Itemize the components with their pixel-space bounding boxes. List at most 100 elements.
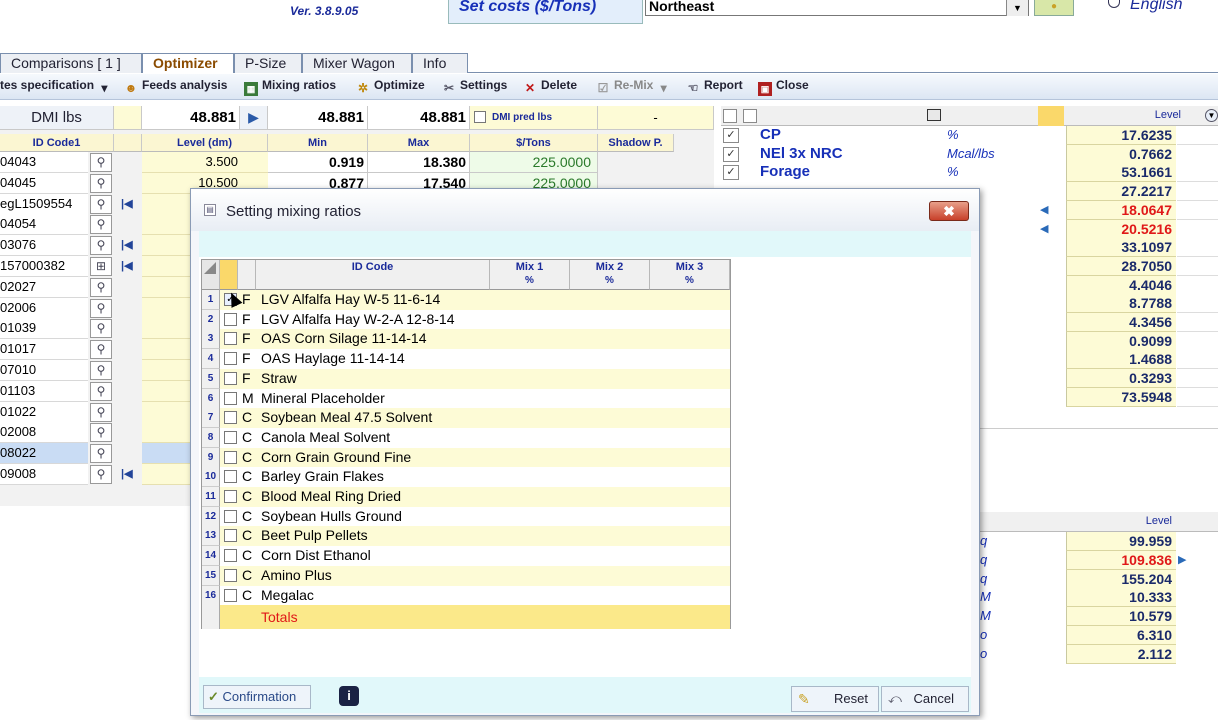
mixing-row[interactable]: 7 C Soybean Meal 47.5 Solvent	[202, 408, 730, 429]
col-mix-2[interactable]: Mix 2 %	[570, 260, 650, 290]
level-cell[interactable]: 3.500	[142, 152, 268, 173]
tab-optimizer[interactable]: Optimizer	[142, 53, 234, 73]
col-check[interactable]	[220, 260, 238, 290]
row-checkbox[interactable]	[224, 332, 237, 346]
mixing-row[interactable]: 2 F LGV Alfalfa Hay W-2-A 12-8-14	[202, 309, 730, 330]
row-checkbox[interactable]	[224, 430, 237, 444]
feed-id-cell[interactable]: 04045	[0, 172, 88, 194]
feeds-analysis-button[interactable]: ☻ Feeds analysis	[124, 78, 228, 95]
col-id-code[interactable]: ID Code	[256, 260, 490, 290]
chevron-down-icon[interactable]: ▼	[1205, 109, 1218, 122]
row-checkbox[interactable]	[224, 509, 237, 523]
col-shadow-price[interactable]: Shadow P.	[598, 134, 674, 152]
mixing-row[interactable]: 4 F OAS Haylage 11-14-14	[202, 349, 730, 370]
mixing-row[interactable]: 11 C Blood Meal Ring Dried	[202, 487, 730, 507]
feed-id-cell[interactable]: 08022	[0, 443, 88, 465]
magnifier-icon[interactable]: ⚲	[90, 153, 112, 172]
row-checkbox[interactable]	[224, 352, 237, 366]
magnifier-icon[interactable]: ⚲	[90, 361, 112, 380]
col-id-code[interactable]: ID Code1	[0, 134, 114, 152]
first-page-icon[interactable]: |◀	[121, 236, 133, 254]
feed-id-cell[interactable]: 01103	[0, 380, 88, 402]
feed-id-cell[interactable]: 03076	[0, 235, 88, 257]
feed-id-cell[interactable]: 07010	[0, 360, 88, 381]
delete-button[interactable]: ✕ Delete	[523, 78, 577, 95]
row-checkbox[interactable]	[224, 371, 237, 385]
info-icon[interactable]: i	[339, 686, 359, 706]
cancel-button[interactable]: ⤺ Cancel	[881, 686, 969, 712]
magnifier-icon[interactable]: ⚲	[90, 381, 112, 401]
row-checkbox[interactable]	[224, 450, 237, 464]
feed-id-cell[interactable]: 02006	[0, 297, 88, 319]
row-checkbox[interactable]	[224, 588, 237, 602]
play-icon[interactable]: ▶	[240, 106, 268, 130]
mixing-row[interactable]: 1 ✓ F LGV Alfalfa Hay W-5 11-6-14	[202, 290, 730, 310]
mixing-row[interactable]: 14 C Corn Dist Ethanol	[202, 546, 730, 567]
row-checkbox[interactable]	[224, 568, 237, 582]
window-icon[interactable]	[927, 109, 941, 121]
feed-id-cell[interactable]: 157000382	[0, 256, 88, 277]
mixing-ratios-button[interactable]: ▦ Mixing ratios	[244, 78, 336, 96]
mixing-row[interactable]: 6 M Mineral Placeholder	[202, 388, 730, 409]
magnifier-icon[interactable]: ⚲	[90, 423, 112, 443]
feed-id-cell[interactable]: 02008	[0, 422, 88, 444]
mixing-row[interactable]: 3 F OAS Corn Silage 11-14-14	[202, 329, 730, 350]
max-cell[interactable]: 18.380	[368, 152, 470, 173]
row-checkbox[interactable]	[224, 470, 237, 484]
magnifier-icon[interactable]: ⚲	[90, 402, 112, 422]
row-checkbox[interactable]	[224, 490, 237, 503]
magnifier-icon[interactable]: ⚲	[90, 465, 112, 484]
feed-id-cell[interactable]: 01039	[0, 318, 88, 340]
first-page-icon[interactable]: |◀	[121, 465, 133, 483]
reset-button[interactable]: ✎ Reset	[791, 686, 879, 712]
chevron-down-icon[interactable]: ▼	[1006, 0, 1028, 16]
feed-id-cell[interactable]: 04054	[0, 214, 88, 236]
tab-mixer-wagon[interactable]: Mixer Wagon	[302, 53, 412, 73]
nutrient-checkbox[interactable]: ✓	[723, 128, 739, 143]
close-button[interactable]: ▣ Close	[758, 78, 809, 96]
tab-info[interactable]: Info	[412, 53, 468, 73]
col-max[interactable]: Max	[368, 134, 470, 152]
confirmation-button[interactable]: ✓ Confirmation	[203, 685, 311, 709]
feed-id-cell[interactable]: egL1509554	[0, 193, 88, 215]
mixing-row[interactable]: 9 C Corn Grain Ground Fine	[202, 447, 730, 468]
mixing-row[interactable]: 12 C Soybean Hulls Ground	[202, 506, 730, 527]
feed-id-cell[interactable]: 02027	[0, 276, 88, 298]
mixing-row[interactable]: 10 C Barley Grain Flakes	[202, 467, 730, 488]
tab-p-size[interactable]: P-Size	[234, 53, 302, 73]
magnifier-icon[interactable]: ⚲	[90, 319, 112, 339]
feed-id-cell[interactable]: 09008	[0, 464, 88, 485]
magnifier-icon[interactable]: ⚲	[90, 298, 112, 318]
left-arrow-icon[interactable]: ◀	[1040, 201, 1054, 220]
first-page-icon[interactable]: |◀	[121, 257, 133, 275]
col-mix-1[interactable]: Mix 1 %	[490, 260, 570, 290]
mixing-row[interactable]: 13 C Beet Pulp Pellets	[202, 526, 730, 547]
report-button[interactable]: ☜ Report	[686, 78, 743, 95]
magnifier-icon[interactable]: ⚲	[90, 194, 112, 214]
header-checkbox[interactable]	[743, 109, 757, 123]
expand-icon[interactable]: ⊞	[90, 257, 112, 276]
magnifier-icon[interactable]: ⚲	[90, 444, 112, 464]
left-arrow-icon[interactable]: ◀	[1040, 220, 1054, 239]
magnifier-icon[interactable]: ⚲	[90, 173, 112, 193]
feed-id-cell[interactable]: 01017	[0, 339, 88, 361]
magnifier-icon[interactable]: ⚲	[90, 277, 112, 297]
row-checkbox[interactable]	[224, 312, 237, 326]
dmi-pred-checkbox[interactable]	[474, 111, 486, 123]
row-checkbox[interactable]	[224, 411, 237, 425]
settings-button[interactable]: ✂ Settings	[442, 78, 507, 95]
optimize-button[interactable]: ✲ Optimize	[356, 78, 425, 95]
specification-dropdown[interactable]: tes specification ▾	[0, 78, 115, 95]
mixing-row[interactable]: 8 C Canola Meal Solvent	[202, 427, 730, 448]
col-mix-3[interactable]: Mix 3 %	[650, 260, 730, 290]
col-level[interactable]: Level (dm)	[142, 134, 268, 152]
col-type[interactable]	[238, 260, 256, 290]
mixing-row[interactable]: 16 C Megalac	[202, 585, 730, 606]
magnifier-icon[interactable]: ⚲	[90, 236, 112, 256]
min-cell[interactable]: 0.919	[268, 152, 368, 173]
col-min[interactable]: Min	[268, 134, 368, 152]
feed-id-cell[interactable]: 01022	[0, 401, 88, 423]
region-select[interactable]: Northeast	[645, 0, 1029, 16]
cost-cell[interactable]: 225.0000	[470, 152, 598, 173]
right-arrow-icon[interactable]: ▶	[1178, 551, 1192, 570]
